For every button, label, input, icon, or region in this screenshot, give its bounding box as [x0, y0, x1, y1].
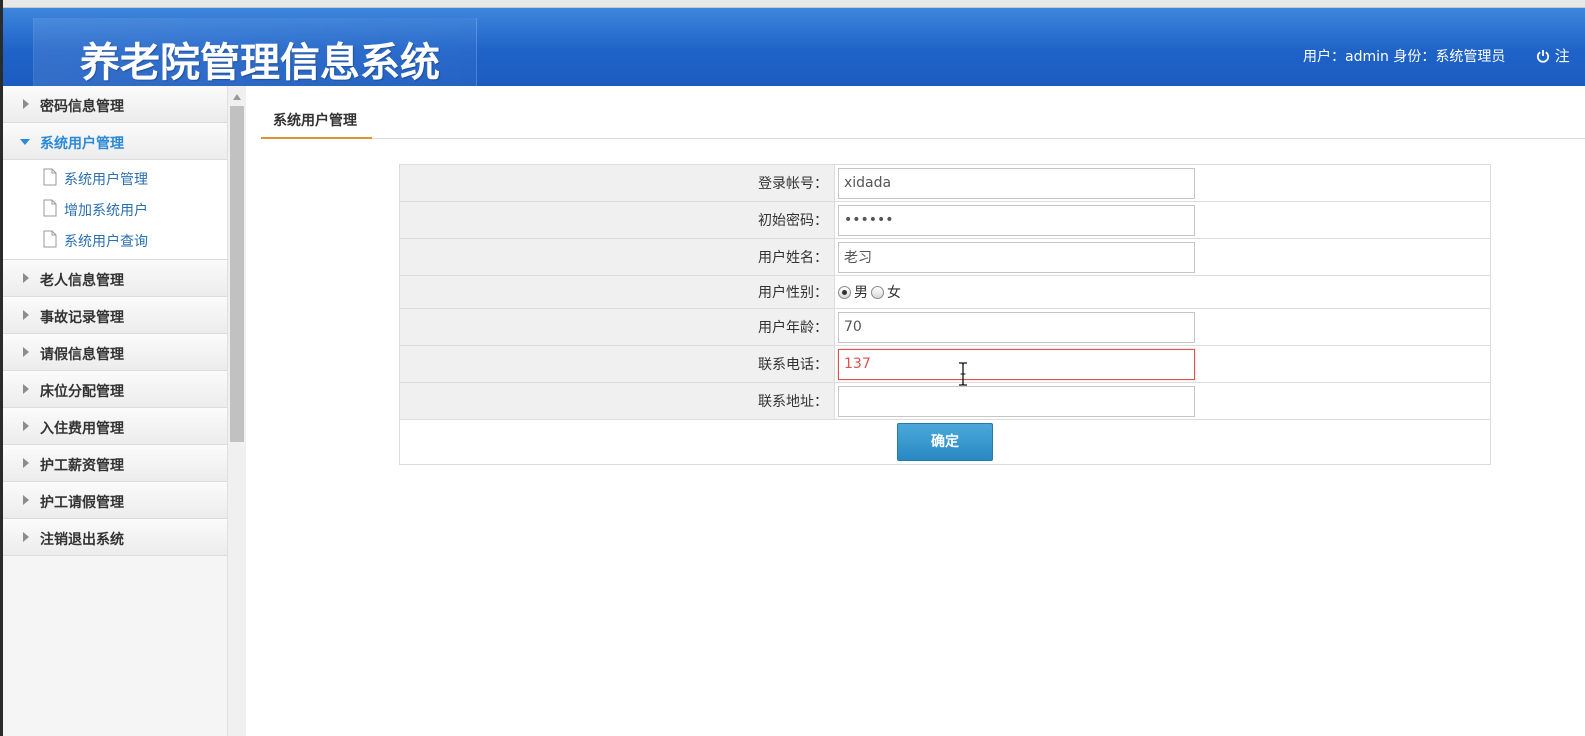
sidebar-item-residence-fees[interactable]: 入住费用管理: [3, 408, 227, 445]
sidebar-item-label: 床位分配管理: [40, 384, 124, 400]
user-age-input[interactable]: [838, 311, 1195, 343]
caret-right-icon: [23, 310, 29, 320]
form-row: 用户姓名：: [399, 238, 1491, 276]
user-gender-label: 用户性别：: [399, 275, 835, 309]
confirm-button[interactable]: 确定: [897, 423, 993, 461]
add-user-form: 登录帐号： 初始密码： 用户姓名： 用户性别： 男 女: [399, 164, 1491, 465]
sidebar-item-logout-system[interactable]: 注销退出系统: [3, 519, 227, 556]
caret-right-icon: [23, 458, 29, 468]
sidebar-item-system-users[interactable]: 系统用户管理: [3, 123, 227, 160]
form-row: 用户性别： 男 女: [399, 275, 1491, 309]
sidebar-subitem-label: 增加系统用户: [64, 203, 148, 219]
sidebar-scrollbar[interactable]: [227, 86, 246, 736]
user-name-label: 用户姓名：: [399, 238, 835, 276]
app-header: 养老院管理信息系统 用户：admin 身份：系统管理员 注: [3, 8, 1585, 86]
caret-right-icon: [23, 495, 29, 505]
sidebar-item-label: 注销退出系统: [40, 532, 124, 548]
gender-female-radio[interactable]: [871, 286, 884, 299]
caret-down-icon: [20, 139, 30, 145]
user-age-label: 用户年龄：: [399, 308, 835, 346]
form-actions-row: 确定: [399, 419, 1491, 465]
main-content: 系统用户管理 登录帐号： 初始密码： 用户姓名：: [246, 86, 1585, 736]
tab-bar: 系统用户管理: [261, 103, 1585, 139]
contact-phone-input[interactable]: [838, 348, 1195, 380]
gender-male-radio[interactable]: [838, 286, 851, 299]
sidebar-subitem-user-management[interactable]: 系统用户管理: [3, 163, 227, 194]
form-row: 登录帐号：: [399, 164, 1491, 202]
caret-right-icon: [23, 347, 29, 357]
logout-label: 注: [1554, 47, 1570, 65]
document-icon: [43, 199, 57, 217]
login-account-input[interactable]: [838, 167, 1195, 199]
form-row: 初始密码：: [399, 201, 1491, 239]
sidebar-item-accident-records[interactable]: 事故记录管理: [3, 297, 227, 334]
sidebar-item-password-info[interactable]: 密码信息管理: [3, 86, 227, 123]
user-info: 用户：admin 身份：系统管理员: [1303, 49, 1506, 65]
caret-right-icon: [23, 273, 29, 283]
sidebar-item-label: 老人信息管理: [40, 273, 124, 289]
sidebar-item-label: 密码信息管理: [40, 99, 124, 115]
contact-address-input[interactable]: [838, 385, 1195, 417]
form-row: 用户年龄：: [399, 308, 1491, 346]
document-icon: [43, 230, 57, 248]
contact-address-label: 联系地址：: [399, 382, 835, 420]
user-name-input[interactable]: [838, 241, 1195, 273]
form-row: 联系地址：: [399, 382, 1491, 420]
logout-link[interactable]: 注: [1536, 45, 1570, 66]
sidebar-item-bed-allocation[interactable]: 床位分配管理: [3, 371, 227, 408]
sidebar-item-caregiver-leave[interactable]: 护工请假管理: [3, 482, 227, 519]
sidebar-submenu-system-users: 系统用户管理 增加系统用户 系统用户查询: [3, 160, 227, 260]
sidebar: 密码信息管理 系统用户管理 系统用户管理 增加系统用户 系统用户查询 老人信息管…: [3, 86, 246, 736]
scrollbar-thumb[interactable]: [230, 106, 244, 442]
contact-phone-label: 联系电话：: [399, 345, 835, 383]
sidebar-item-label: 系统用户管理: [40, 136, 124, 152]
form-row: 联系电话：: [399, 345, 1491, 383]
browser-viewport: 养老院管理信息系统 用户：admin 身份：系统管理员 注 密码信息管理 系统用…: [3, 0, 1585, 736]
tab-system-user-management[interactable]: 系统用户管理: [261, 103, 372, 139]
sidebar-item-caregiver-salary[interactable]: 护工薪资管理: [3, 445, 227, 482]
caret-right-icon: [23, 532, 29, 542]
initial-password-label: 初始密码：: [399, 201, 835, 239]
sidebar-subitem-label: 系统用户管理: [64, 172, 148, 188]
sidebar-item-leave-info[interactable]: 请假信息管理: [3, 334, 227, 371]
initial-password-input[interactable]: [838, 204, 1195, 236]
browser-edge: [3, 0, 1585, 8]
gender-male-label: 男: [854, 285, 868, 301]
tab-label: 系统用户管理: [273, 113, 357, 129]
sidebar-item-label: 护工薪资管理: [40, 458, 124, 474]
sidebar-menu: 密码信息管理 系统用户管理 系统用户管理 增加系统用户 系统用户查询 老人信息管…: [3, 86, 227, 556]
caret-right-icon: [23, 99, 29, 109]
sidebar-item-elderly-info[interactable]: 老人信息管理: [3, 260, 227, 297]
login-account-label: 登录帐号：: [399, 164, 835, 202]
power-icon: [1536, 50, 1550, 63]
sidebar-item-label: 入住费用管理: [40, 421, 124, 437]
sidebar-item-label: 请假信息管理: [40, 347, 124, 363]
document-icon: [43, 168, 57, 186]
sidebar-item-label: 护工请假管理: [40, 495, 124, 511]
gender-female-label: 女: [887, 285, 901, 301]
app-title: 养老院管理信息系统: [80, 40, 440, 86]
caret-right-icon: [23, 421, 29, 431]
caret-right-icon: [23, 384, 29, 394]
scroll-up-arrow-icon[interactable]: [233, 94, 241, 100]
text-cursor-icon: [959, 362, 967, 386]
sidebar-item-label: 事故记录管理: [40, 310, 124, 326]
sidebar-subitem-label: 系统用户查询: [64, 234, 148, 250]
sidebar-subitem-user-query[interactable]: 系统用户查询: [3, 225, 227, 256]
sidebar-subitem-add-user[interactable]: 增加系统用户: [3, 194, 227, 225]
